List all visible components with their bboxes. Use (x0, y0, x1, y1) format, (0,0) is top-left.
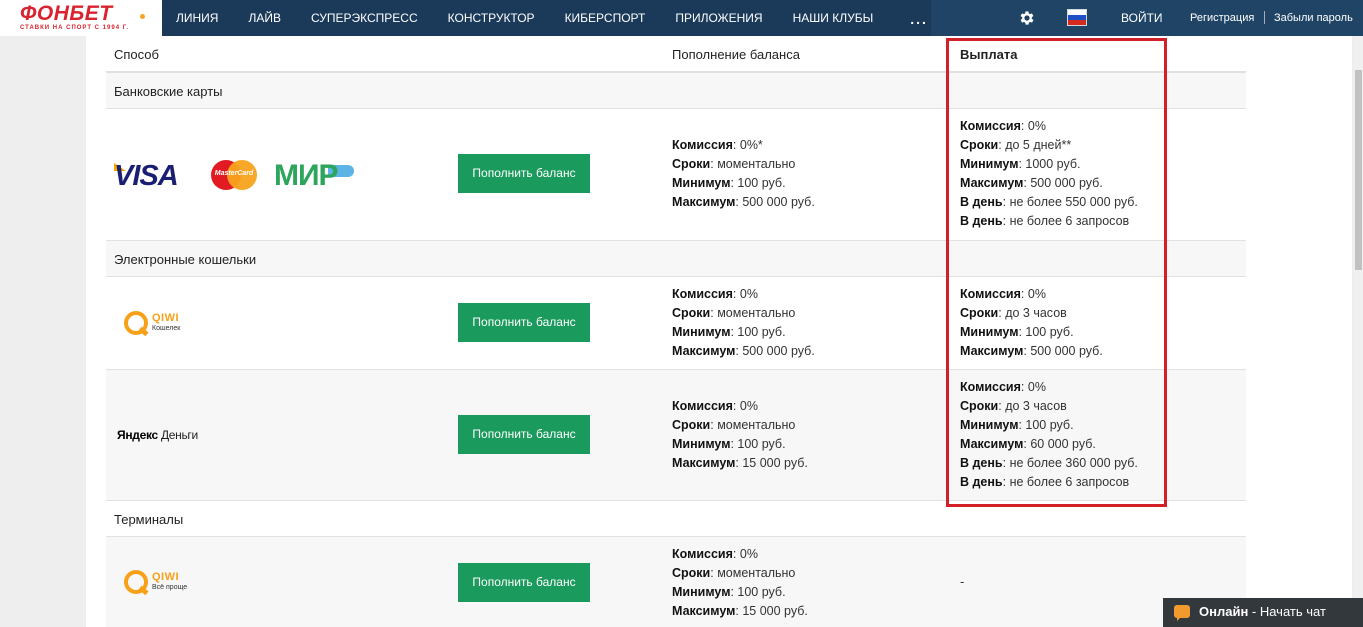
deposit-info-terminal: Комиссия: 0% Сроки: моментально Минимум:… (672, 547, 808, 618)
nav-item-apps[interactable]: ПРИЛОЖЕНИЯ (660, 0, 777, 36)
login-button[interactable]: ВОЙТИ (1121, 0, 1163, 36)
forgot-password-link[interactable]: Забыли пароль (1274, 0, 1353, 36)
scrollbar-thumb[interactable] (1355, 70, 1362, 270)
table-row-terminal-qiwi: Пополнить баланс Комиссия: 0% Сроки: мом… (106, 537, 1246, 627)
logo-dot (140, 14, 145, 19)
online-chat-widget[interactable]: Онлайн - Начать чат (1163, 598, 1363, 627)
payout-column-highlight (946, 38, 1167, 507)
section-title: Банковские карты (114, 84, 223, 99)
chat-bubble-icon (1174, 605, 1190, 621)
deposit-button-terminal[interactable]: Пополнить баланс (458, 563, 590, 602)
top-navigation-bar: ФОНБЕТ СТАВКИ НА СПОРТ С 1994 Г. ЛИНИЯ Л… (0, 0, 1363, 36)
fonbet-logo[interactable]: ФОНБЕТ СТАВКИ НА СПОРТ С 1994 Г. (0, 0, 162, 36)
payout-info-terminal: - (960, 574, 965, 589)
section-title: Электронные кошельки (114, 252, 257, 267)
nav-item-esports[interactable]: КИБЕРСПОРТ (550, 0, 661, 36)
yandex-money-logo: Яндекс Деньги (117, 428, 198, 442)
deposit-info-yandex: Комиссия: 0% Сроки: моментально Минимум:… (672, 399, 808, 470)
nav-item-line[interactable]: ЛИНИЯ (162, 0, 233, 36)
nav-item-clubs[interactable]: НАШИ КЛУБЫ (778, 0, 889, 36)
chat-action: - Начать чат (1248, 604, 1326, 619)
qiwi-terminal-logo: QIWI Всё проще (124, 568, 194, 598)
main-nav: ЛИНИЯ ЛАЙВ СУПЕРЭКСПРЕСС КОНСТРУКТОР КИБ… (162, 0, 928, 36)
chat-status: Онлайн (1199, 604, 1249, 619)
deposit-button-cards[interactable]: Пополнить баланс (458, 154, 590, 193)
mir-logo: МИР (274, 159, 339, 192)
header-method: Способ (114, 47, 159, 62)
qiwi-wallet-logo: QIWI Кошелек (124, 309, 194, 339)
nav-more-button[interactable]: ... (888, 0, 928, 36)
visa-logo: VISA (114, 160, 179, 192)
logo-tagline: СТАВКИ НА СПОРТ С 1994 Г. (20, 25, 130, 31)
deposit-button-qiwi[interactable]: Пополнить баланс (458, 303, 590, 342)
nav-item-live[interactable]: ЛАЙВ (233, 0, 296, 36)
russia-flag-icon[interactable] (1067, 9, 1087, 26)
nav-item-constructor[interactable]: КОНСТРУКТОР (433, 0, 550, 36)
divider (1264, 11, 1265, 24)
section-title: Терминалы (114, 512, 184, 527)
mastercard-logo: MasterCard (211, 160, 257, 190)
deposit-info-cards: Комиссия: 0%* Сроки: моментально Минимум… (672, 138, 815, 209)
gear-icon[interactable] (1018, 9, 1036, 27)
nav-item-superexpress[interactable]: СУПЕРЭКСПРЕСС (296, 0, 433, 36)
register-link[interactable]: Регистрация (1190, 0, 1254, 36)
header-deposit: Пополнение баланса (672, 47, 800, 62)
account-panel: ВОЙТИ Регистрация Забыли пароль (931, 0, 1363, 36)
deposit-info-qiwi: Комиссия: 0% Сроки: моментально Минимум:… (672, 287, 815, 358)
deposit-button-yandex[interactable]: Пополнить баланс (458, 415, 590, 454)
logo-brand: ФОНБЕТ (20, 2, 113, 25)
